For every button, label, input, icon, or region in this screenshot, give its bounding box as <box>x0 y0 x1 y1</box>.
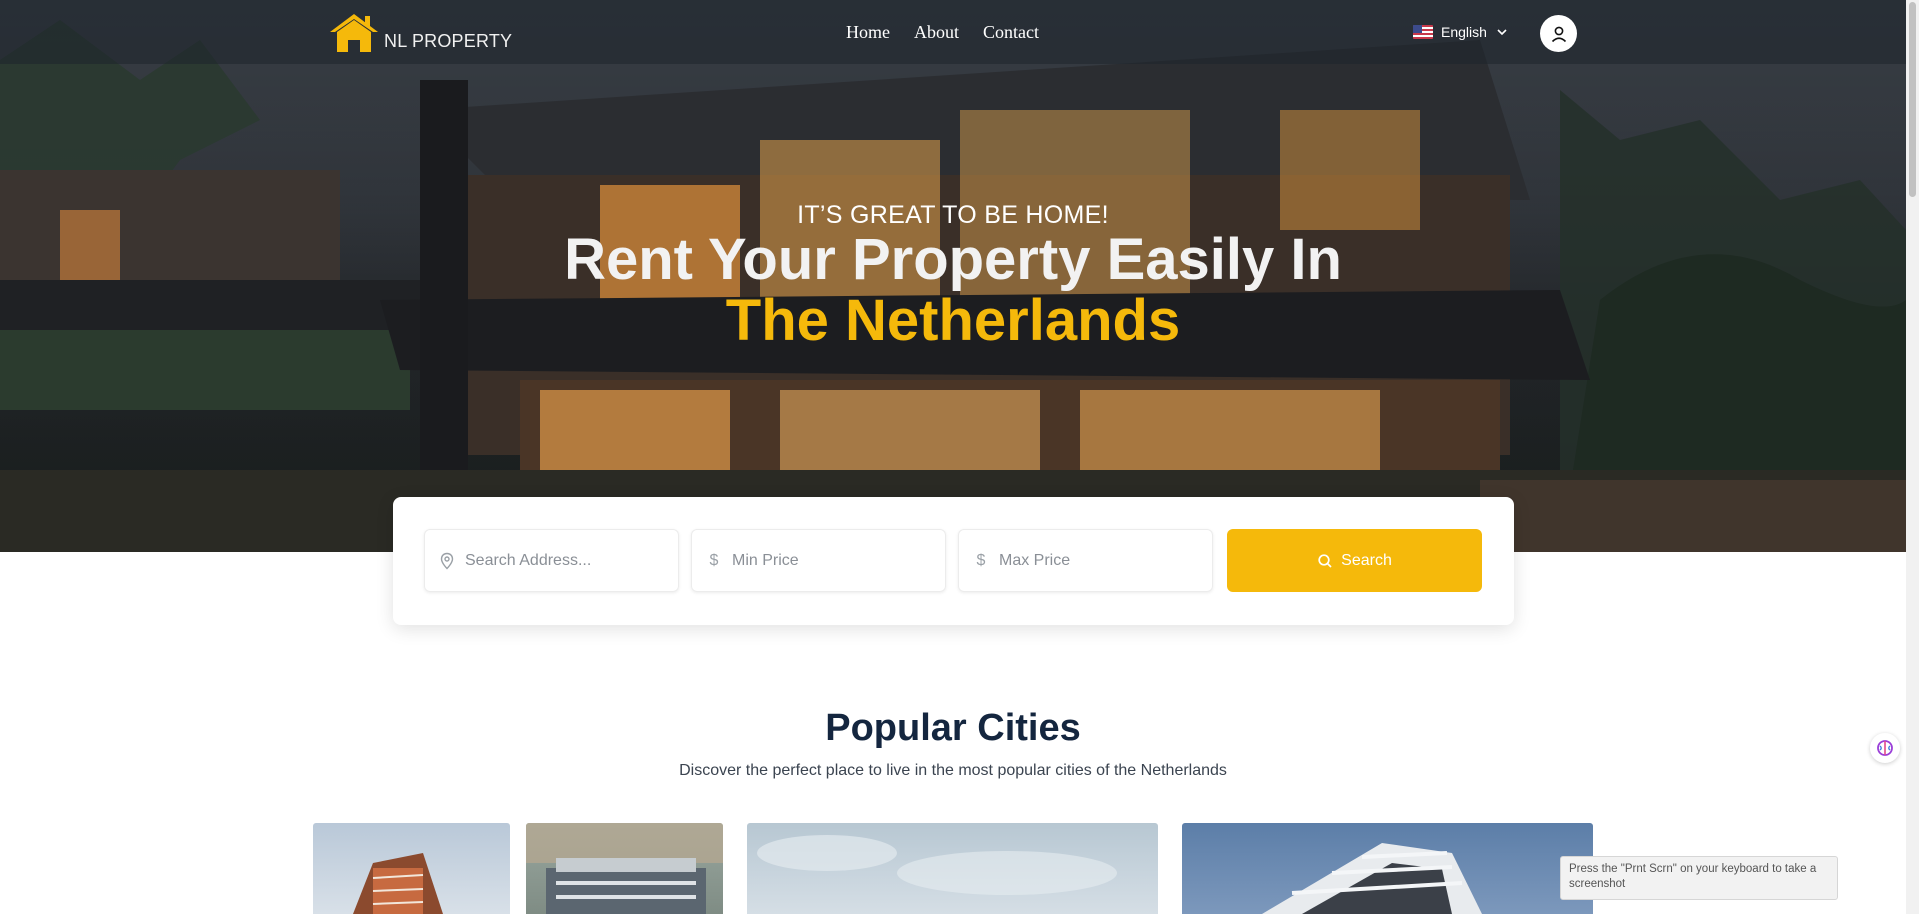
building-photo <box>353 853 443 914</box>
search-button-label: Search <box>1341 551 1392 569</box>
hero-title: Rent Your Property Easily In <box>564 227 1342 292</box>
nav-link-about[interactable]: About <box>914 22 959 43</box>
language-selector[interactable]: English <box>1413 24 1509 40</box>
screenshot-tooltip: Press the "Prnt Scrn" on your keyboard t… <box>1560 856 1838 900</box>
city-card-image[interactable] <box>747 823 1158 914</box>
brand-name: NL PROPERTY <box>384 31 513 51</box>
top-navbar: NL PROPERTY Home About Contact English <box>0 0 1906 64</box>
hero-subtitle: IT’S GREAT TO BE HOME! <box>797 201 1109 229</box>
brand-logo[interactable]: NL PROPERTY <box>328 12 512 54</box>
city-card-image[interactable] <box>1182 823 1593 914</box>
min-price-field: $ <box>691 529 946 592</box>
us-flag-icon <box>1413 25 1433 39</box>
search-address-input[interactable] <box>465 551 665 570</box>
language-label: English <box>1441 24 1487 40</box>
chevron-down-icon <box>1497 29 1507 36</box>
nav-link-contact[interactable]: Contact <box>983 22 1039 43</box>
main-nav: Home About Contact <box>846 22 1039 43</box>
user-icon <box>1551 26 1566 42</box>
nav-link-home[interactable]: Home <box>846 22 890 43</box>
section-subtitle: Discover the perfect place to live in th… <box>679 762 1227 779</box>
hero-title-highlight: The Netherlands <box>725 288 1181 353</box>
assistant-floating-button[interactable] <box>1870 733 1900 763</box>
max-price-field: $ <box>958 529 1213 592</box>
sky-photo <box>757 835 1117 895</box>
address-field <box>424 529 679 592</box>
search-icon <box>1318 553 1332 568</box>
location-pin-icon <box>440 552 454 569</box>
dollar-icon: $ <box>709 551 719 569</box>
house-logo-icon <box>330 14 378 52</box>
brain-icon <box>1877 740 1893 756</box>
section-title: Popular Cities <box>825 707 1081 749</box>
min-price-input[interactable] <box>732 551 932 570</box>
user-account-button[interactable] <box>1540 15 1577 52</box>
page-scrollbar[interactable] <box>1906 0 1919 914</box>
max-price-input[interactable] <box>999 551 1199 570</box>
search-button[interactable]: Search <box>1227 529 1482 592</box>
building-photo <box>1262 843 1482 914</box>
city-card-image[interactable] <box>313 823 510 914</box>
scrollbar-thumb[interactable] <box>1909 2 1916 197</box>
search-panel: $ $ Search <box>393 497 1514 625</box>
city-card-image[interactable] <box>526 823 723 914</box>
hero-banner: NL PROPERTY Home About Contact English I… <box>0 0 1906 552</box>
dollar-icon: $ <box>976 551 986 569</box>
building-photo <box>526 823 723 914</box>
